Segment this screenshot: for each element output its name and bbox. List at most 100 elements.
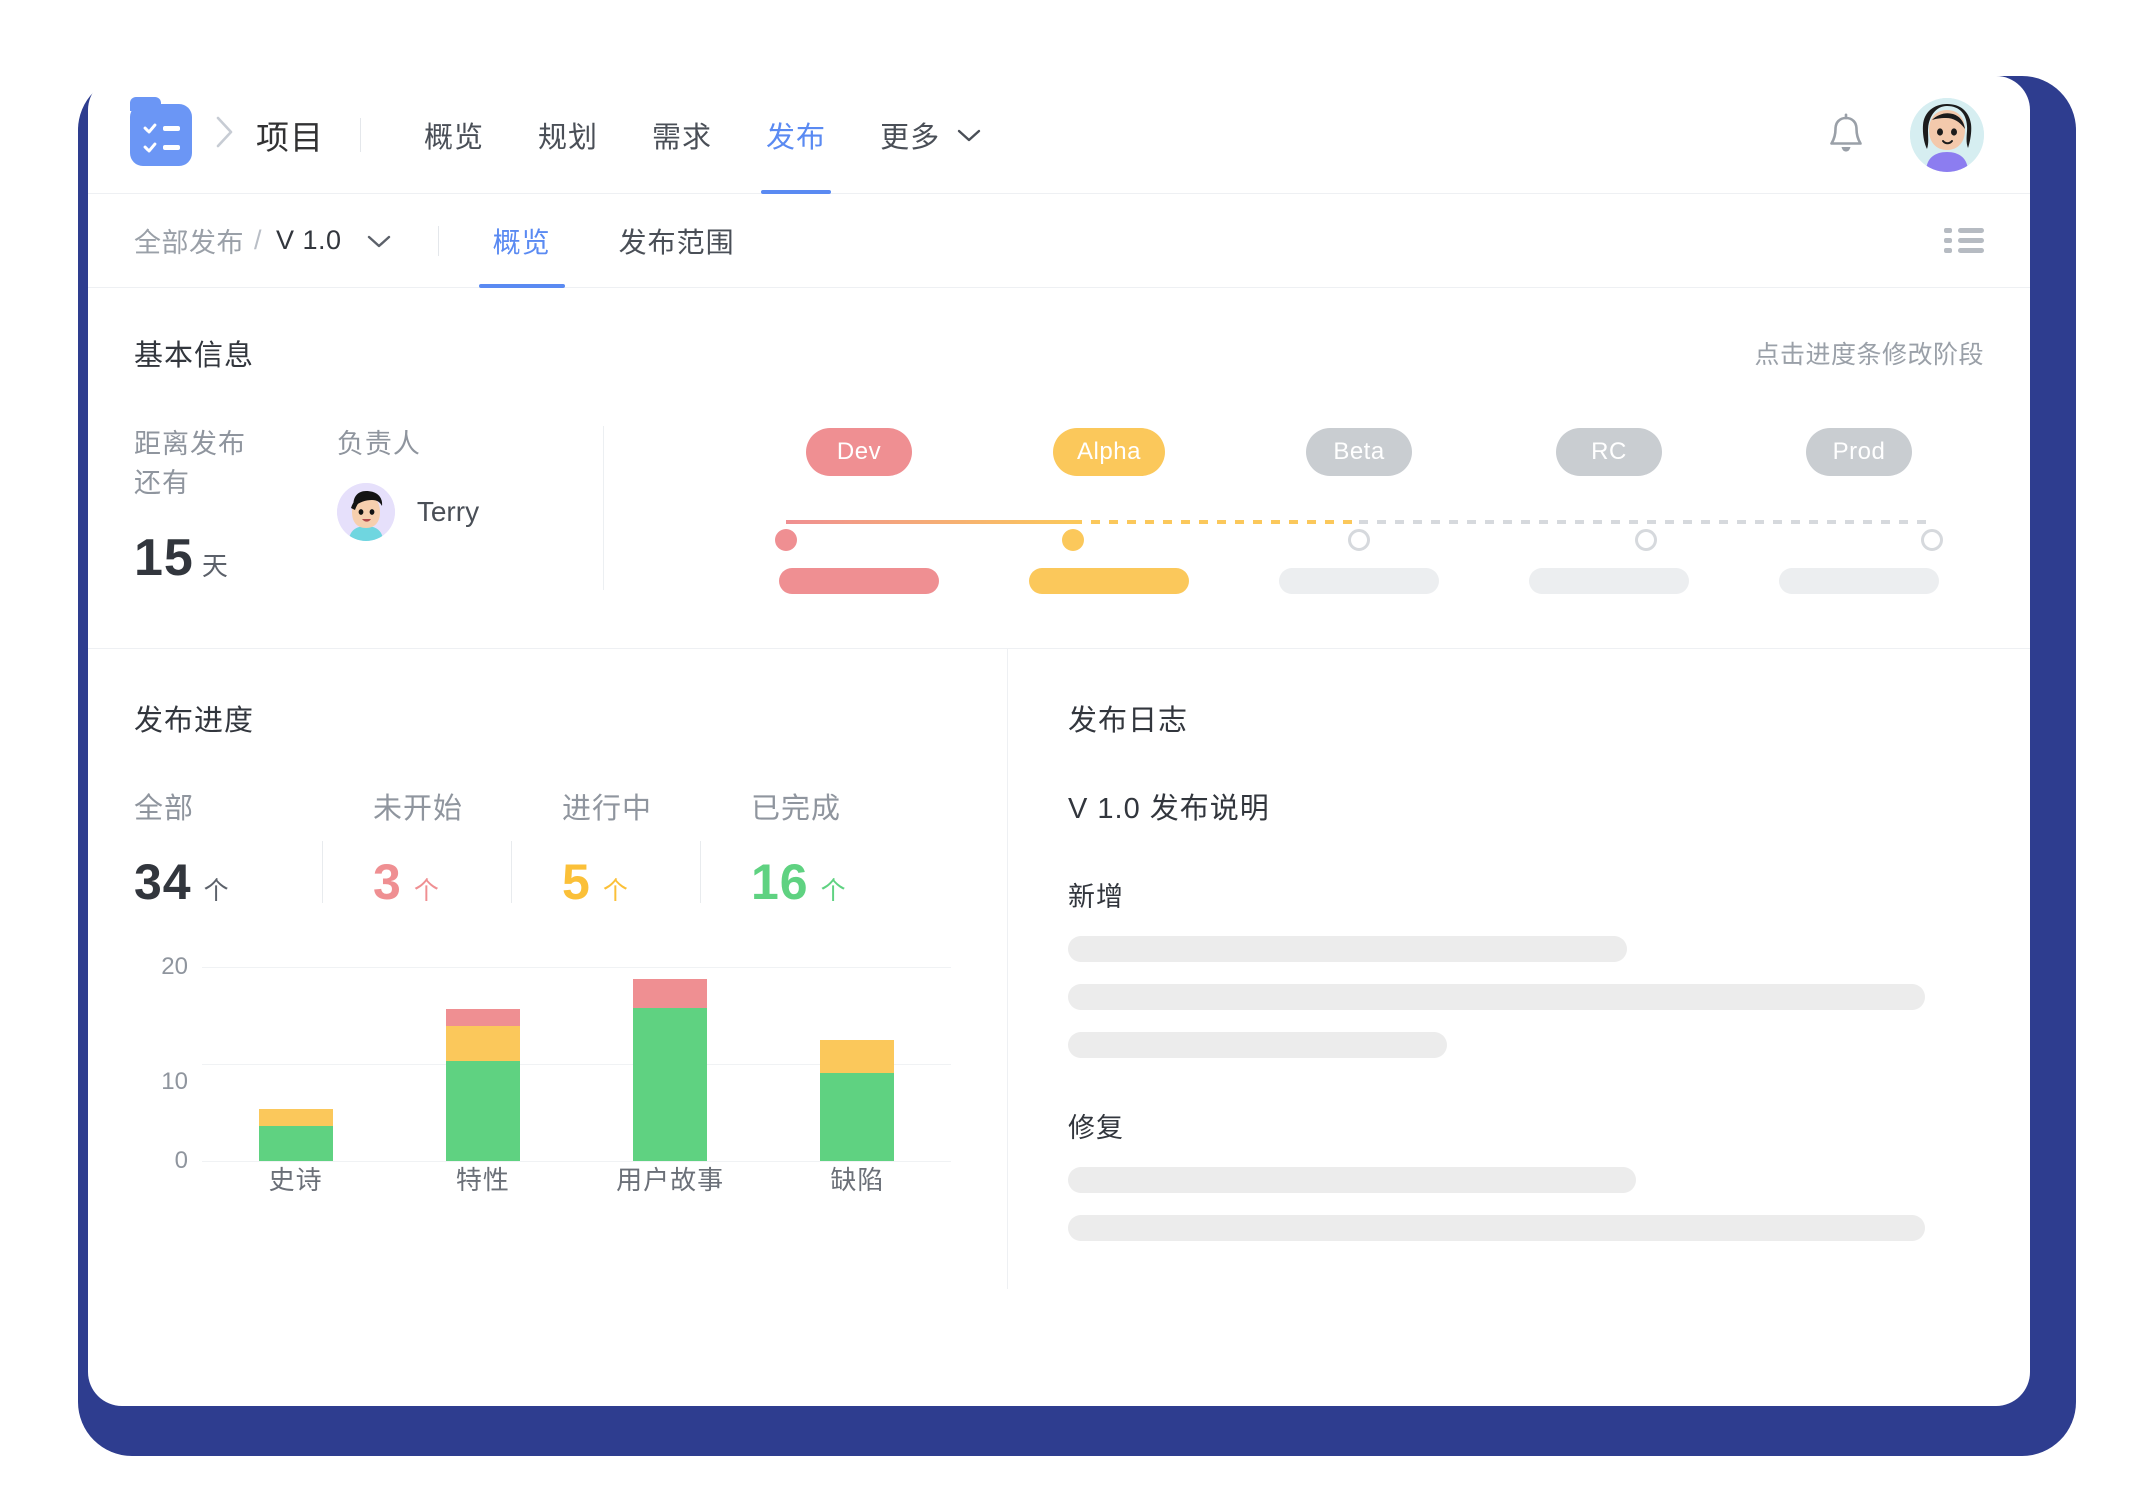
x-label-epic: 史诗 [268,1165,323,1195]
tab-overview[interactable]: 概览 [478,194,565,288]
bar-segment-completed [633,1008,708,1161]
stage-dot-rc[interactable] [1634,529,1657,551]
track-segment-current [1072,520,1359,524]
bar-segment-in-progress [258,1109,333,1126]
stat-label: 未开始 [373,793,464,825]
stage-dot-beta[interactable] [1348,529,1370,551]
log-placeholder-line [1068,936,1628,962]
sub-navigation-bar: 全部发布 / V 1.0 概览 发布范围 [88,194,2030,288]
stage-bar-beta[interactable] [1279,568,1439,594]
subbar-divider [437,225,439,256]
basic-info-section: 基本信息 点击进度条修改阶段 距离发布还有 15 天 负责人 Terry Dev… [88,288,2030,649]
stat-completed: 已完成 16 个 [701,785,874,911]
stat-in-progress: 进行中 5 个 [512,785,700,911]
avatar[interactable] [1910,97,1984,172]
stage-progress-track[interactable] [734,502,1984,551]
nav-label: 更多 [880,121,941,154]
log-group-added: 新增 [1068,875,1970,1058]
tab-release-scope[interactable]: 发布范围 [605,194,749,288]
screenshot-stage: 项目 概览 规划 需求 发布 更多 全部发布 / V 1.0 概览 发布范围 基… [0,0,2142,1503]
bar-column-epic[interactable] [202,967,389,1161]
bar-segment-not-started [445,1009,520,1026]
stat-unit: 个 [413,877,439,905]
stage-bar-prod[interactable] [1779,568,1939,594]
stat-value: 5 [562,854,591,910]
days-remaining-unit: 天 [201,551,228,581]
stat-unit: 个 [203,877,229,905]
log-group-title: 修复 [1068,1113,1124,1143]
bar-segment-completed [445,1061,520,1161]
days-remaining-kpi: 距离发布还有 15 天 [134,422,263,594]
progress-stats: 全部 34 个 未开始 3 个 进行中 5 个 已完成 16 个 [134,785,961,911]
x-label-defect: 缺陷 [830,1165,885,1195]
release-log-panel: 发布日志 V 1.0 发布说明 新增 修复 [1008,649,2030,1289]
stage-bar-alpha[interactable] [1029,568,1189,594]
breadcrumb[interactable]: 全部发布 / V 1.0 [134,221,394,260]
stage-chip-prod[interactable]: Prod [1806,428,1912,476]
list-icon[interactable] [1944,225,1984,257]
stage-bar-dev[interactable] [779,568,939,594]
stage-chip-dev[interactable]: Dev [806,428,912,476]
nav-label: 规划 [538,121,599,154]
bar-column-feature[interactable] [389,967,576,1161]
log-panel-title: 发布日志 [1068,705,1189,737]
bar-segment-completed [820,1073,895,1161]
progress-hint: 点击进度条修改阶段 [1754,341,1984,369]
chevron-down-icon[interactable] [364,231,394,251]
stage-dot-dev[interactable] [775,529,797,551]
bar-segment-not-started [633,979,708,1008]
stage-chip-beta[interactable]: Beta [1306,428,1412,476]
log-version-title: V 1.0 发布说明 [1068,793,1270,825]
bell-icon[interactable] [1826,113,1866,157]
stage-chips: Dev Alpha Beta RC Prod [734,428,1984,476]
owner-label: 负责人 [336,429,421,459]
stage-chip-rc[interactable]: RC [1556,428,1662,476]
nav-label: 概览 [424,121,485,154]
basic-info-header: 基本信息 点击进度条修改阶段 [134,332,1984,374]
stage-chip-alpha[interactable]: Alpha [1053,428,1165,476]
sub-tabs: 概览 发布范围 [478,194,789,288]
stat-not-started: 未开始 3 个 [323,785,511,911]
dashboard-panes: 发布进度 全部 34 个 未开始 3 个 进行中 5 个 已完成 16 个 20… [88,649,2030,1289]
stage-bar-rc[interactable] [1529,568,1689,594]
days-remaining-value: 15 [134,529,194,587]
bar-column-defect[interactable] [764,967,951,1161]
stage-dot-alpha[interactable] [1061,529,1084,551]
owner-name: Terry [416,496,480,527]
tab-label: 概览 [492,226,551,258]
work-item-stacked-bar-chart: 20 10 0 史诗 特性 用户故事 缺陷 [134,953,961,1197]
release-progress-panel: 发布进度 全部 34 个 未开始 3 个 进行中 5 个 已完成 16 个 20… [88,649,1008,1289]
breadcrumb-current[interactable]: V 1.0 [276,225,342,256]
track-segment-done [786,520,1073,524]
nav-item-overview[interactable]: 概览 [397,76,511,194]
tab-label: 发布范围 [618,226,735,258]
stat-label: 进行中 [562,793,653,825]
breadcrumb-root[interactable]: 全部发布 [134,221,244,260]
log-placeholder-line [1068,1167,1637,1193]
nav-item-requirements[interactable]: 需求 [625,76,739,194]
stat-label: 全部 [134,793,195,825]
stat-value: 34 [134,854,192,910]
page-title: 项目 [256,118,324,156]
y-tick-10: 10 [161,1068,188,1095]
nav-item-more[interactable]: 更多 [853,76,1011,194]
bar-segment-in-progress [820,1040,895,1073]
x-label-user-story: 用户故事 [616,1165,725,1195]
bar-column-user-story[interactable] [577,967,764,1161]
y-tick-0: 0 [174,1147,188,1174]
main-nav: 概览 规划 需求 发布 更多 [397,76,1011,194]
nav-item-plan[interactable]: 规划 [511,76,625,194]
stage-dot-prod[interactable] [1921,529,1943,551]
owner-kpi: 负责人 Terry [336,422,480,594]
section-title: 基本信息 [134,340,255,372]
checklist-folder-icon[interactable] [130,96,192,166]
top-navigation-bar: 项目 概览 规划 需求 发布 更多 [88,76,2030,194]
topbar-actions [1826,97,1984,172]
chevron-down-icon [954,125,984,145]
nav-label: 需求 [652,121,713,154]
x-label-feature: 特性 [455,1165,510,1195]
nav-label: 发布 [766,121,827,154]
progress-panel-title: 发布进度 [134,705,255,737]
nav-item-release[interactable]: 发布 [739,76,853,194]
owner-avatar[interactable] [336,483,395,541]
